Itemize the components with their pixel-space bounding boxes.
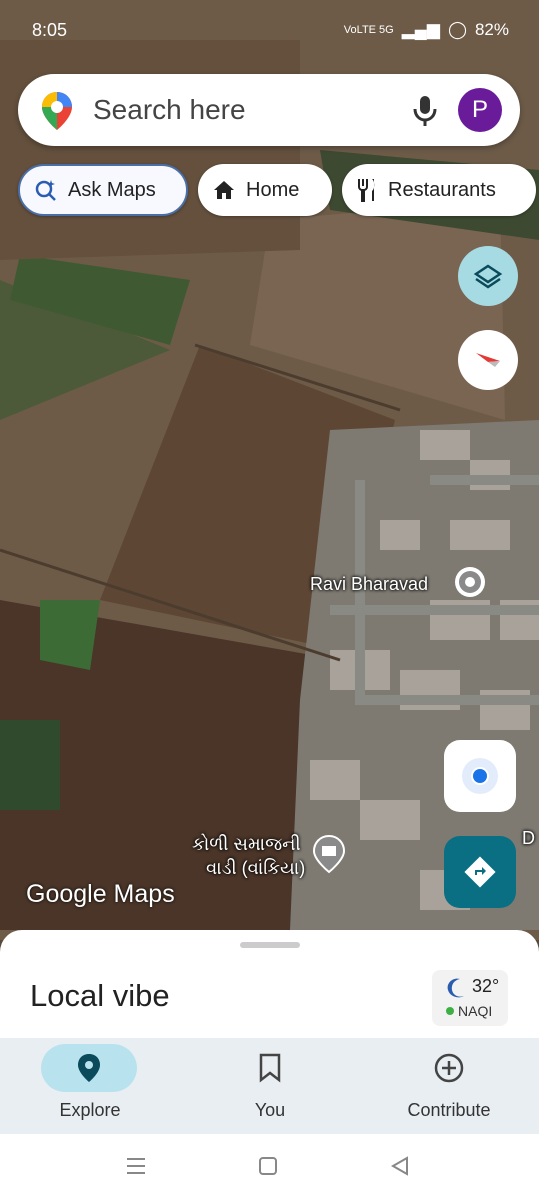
directions-icon [464, 856, 496, 888]
directions-button[interactable] [444, 836, 516, 908]
plus-circle-icon [433, 1052, 465, 1089]
signal-icon: ▂▄▆ [401, 20, 440, 39]
my-location-icon [462, 758, 498, 794]
aqi-dot-icon [446, 1007, 454, 1015]
layers-icon [473, 264, 503, 289]
place-label-ravi[interactable]: Ravi Bharavad [310, 574, 428, 595]
weather-badge[interactable]: 32° NAQI [432, 970, 508, 1026]
explore-pin-icon [73, 1052, 105, 1089]
home-icon [212, 179, 236, 201]
poi-label-line1[interactable]: કોળી સમાજની [192, 834, 301, 855]
tab-you[interactable]: You [180, 1038, 360, 1134]
aqi-label: NAQI [458, 1003, 493, 1019]
maps-pin-logo-icon [40, 90, 74, 137]
bottom-sheet[interactable]: Local vibe 32° NAQI [0, 930, 539, 1040]
compass-icon [476, 353, 500, 367]
chip-label: Home [246, 178, 300, 201]
search-input[interactable]: Search here [93, 94, 246, 126]
tab-contribute[interactable]: Contribute [359, 1038, 539, 1134]
chip-home[interactable]: Home [198, 164, 332, 216]
chip-ask-maps[interactable]: Ask Maps [18, 164, 188, 216]
compass-button[interactable] [458, 330, 518, 390]
chip-label: Restaurants [388, 178, 496, 201]
status-right: VoLTE 5G ▂▄▆ ◯ 82% [344, 20, 509, 40]
avatar[interactable]: P [458, 88, 502, 132]
bookmark-icon [256, 1052, 284, 1089]
search-bar[interactable]: Search here P [18, 74, 520, 146]
tab-label: You [254, 1100, 286, 1120]
status-time: 8:05 [32, 20, 68, 40]
status-bar: 8:05 VoLTE 5G ▂▄▆ ◯ 82% [0, 0, 539, 60]
temperature: 32° [472, 976, 500, 996]
poi-label-line2[interactable]: વાડી (વાંકિયા) [206, 858, 305, 879]
menu-icon[interactable] [125, 1156, 147, 1181]
home-square-icon[interactable] [258, 1156, 278, 1181]
sparkle-search-icon [34, 178, 58, 202]
sheet-handle[interactable] [240, 942, 300, 948]
tab-label: Contribute [407, 1100, 491, 1120]
chip-restaurants[interactable]: Restaurants [342, 164, 536, 216]
layers-button[interactable] [458, 246, 518, 306]
battery-level: 82% [474, 20, 509, 39]
back-icon[interactable] [390, 1156, 410, 1181]
my-location-button[interactable] [444, 740, 516, 812]
fork-knife-icon [356, 177, 378, 203]
mic-icon[interactable] [411, 94, 439, 133]
moon-icon [444, 976, 468, 1005]
battery-icon: ◯ [447, 20, 467, 39]
chip-label: Ask Maps [68, 178, 156, 201]
sheet-title: Local vibe [30, 978, 170, 1013]
tab-explore[interactable]: Explore [0, 1038, 180, 1134]
system-nav-bar [0, 1134, 539, 1200]
edge-label: D [522, 828, 535, 848]
bottom-nav: Explore You Contribute [0, 1038, 539, 1134]
place-pin-icon[interactable] [452, 564, 488, 605]
tab-label: Explore [59, 1100, 121, 1120]
google-maps-logo: Google Maps [26, 880, 175, 908]
network-label: VoLTE 5G [343, 24, 394, 36]
poi-pin-icon[interactable] [312, 834, 346, 879]
